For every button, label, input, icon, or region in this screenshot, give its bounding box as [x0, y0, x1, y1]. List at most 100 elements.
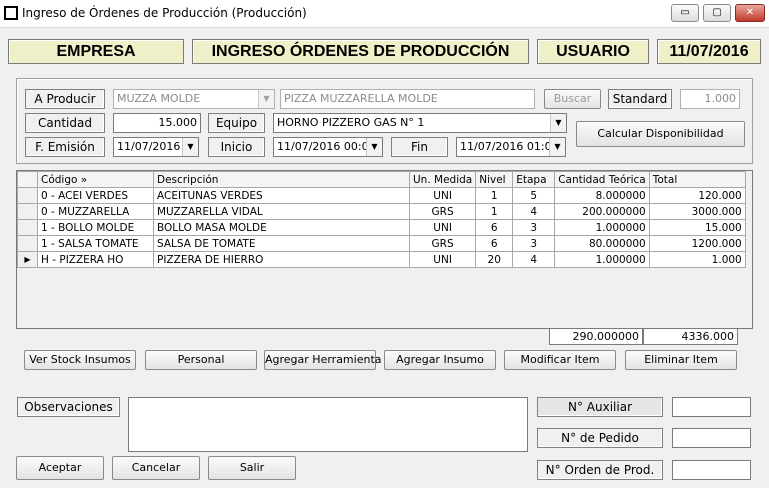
cell-cantidad-teorica[interactable]: 80.000000 [554, 235, 650, 252]
agregar-herramienta-button[interactable]: Agregar Herramienta [264, 350, 382, 370]
row-selector[interactable] [17, 235, 38, 252]
f-emision-date-picker[interactable]: 11/07/2016 ▼ [113, 137, 199, 157]
cell-nivel[interactable]: 1 [475, 187, 514, 204]
current-row-indicator-icon[interactable]: ▶ [17, 251, 38, 268]
n-pedido-field[interactable] [672, 428, 751, 448]
inicio-datetime-picker[interactable]: 11/07/2016 00:00 ▼ [273, 137, 383, 157]
cell-un-medida[interactable]: UNI [408, 251, 477, 268]
cell-total[interactable]: 1.000 [648, 251, 746, 268]
cell-total[interactable]: 15.000 [648, 219, 746, 236]
cell-total[interactable]: 3000.000 [648, 203, 746, 220]
table-row[interactable]: 0 - ACEI VERDES ACEITUNAS VERDES UNI 1 5… [17, 187, 746, 204]
cell-cantidad-teorica[interactable]: 8.000000 [554, 187, 650, 204]
fin-datetime-picker[interactable]: 11/07/2016 01:00 ▼ [456, 137, 566, 157]
f-emision-value: 11/07/2016 [117, 140, 181, 153]
cell-codigo[interactable]: 0 - ACEI VERDES [37, 187, 154, 204]
product-description-field[interactable]: PIZZA MUZZARELLA MOLDE [280, 89, 535, 109]
a-producir-select[interactable]: MUZZA MOLDE ▼ [113, 89, 275, 109]
items-grid[interactable]: Código » Descripción Un. Medida Nivel Et… [16, 170, 753, 329]
cell-un-medida[interactable]: UNI [408, 187, 477, 204]
cell-un-medida[interactable]: UNI [408, 219, 477, 236]
n-pedido-label: N° de Pedido [537, 428, 663, 448]
ver-stock-insumos-button[interactable]: Ver Stock Insumos [24, 350, 136, 370]
cell-etapa[interactable]: 4 [512, 251, 556, 268]
cell-cantidad-teorica[interactable]: 1.000000 [554, 251, 650, 268]
observaciones-textarea[interactable] [128, 397, 528, 452]
cell-nivel[interactable]: 6 [475, 235, 514, 252]
n-orden-label: N° Orden de Prod. [537, 460, 663, 480]
cell-cantidad-teorica[interactable]: 200.000000 [554, 203, 650, 220]
cancelar-button[interactable]: Cancelar [112, 456, 200, 480]
column-header-descripcion[interactable]: Descripción [153, 171, 410, 188]
cantidad-label: Cantidad [25, 113, 105, 133]
cell-codigo[interactable]: 1 - BOLLO MOLDE [37, 219, 154, 236]
f-emision-label: F. Emisión [25, 137, 105, 157]
cell-codigo[interactable]: 0 - MUZZARELLA [37, 203, 154, 220]
items-table: Código » Descripción Un. Medida Nivel Et… [17, 171, 746, 268]
cell-descripcion[interactable]: PIZZERA DE HIERRO [153, 251, 410, 268]
row-selector[interactable] [17, 187, 38, 204]
standard-field[interactable]: 1.000 [680, 89, 740, 109]
modificar-item-button[interactable]: Modificar Item [504, 350, 616, 370]
column-header-nivel[interactable]: Nivel [475, 171, 514, 188]
chevron-down-icon: ▼ [182, 138, 198, 156]
cell-un-medida[interactable]: GRS [408, 203, 477, 220]
column-header-codigo[interactable]: Código » [37, 171, 154, 188]
table-row[interactable]: 1 - BOLLO MOLDE BOLLO MASA MOLDE UNI 6 3… [17, 219, 746, 236]
app-icon [4, 6, 18, 20]
cell-codigo[interactable]: 1 - SALSA TOMATE [37, 235, 154, 252]
cell-codigo[interactable]: H - PIZZERA HO [37, 251, 154, 268]
column-header-total[interactable]: Total [648, 171, 746, 188]
chevron-down-icon: ▼ [366, 138, 382, 156]
cell-etapa[interactable]: 4 [512, 203, 556, 220]
row-selector[interactable] [17, 219, 38, 236]
standard-label: Standard [608, 89, 672, 109]
cell-descripcion[interactable]: SALSA DE TOMATE [153, 235, 410, 252]
equipo-select[interactable]: HORNO PIZZERO GAS N° 1 ▼ [273, 113, 567, 133]
n-orden-field[interactable] [672, 460, 751, 480]
table-row[interactable]: 0 - MUZZARELLA MUZZARELLA VIDAL GRS 1 4 … [17, 203, 746, 220]
column-header-cantidad-teorica[interactable]: Cantidad Teórica [554, 171, 650, 188]
cell-un-medida[interactable]: GRS [408, 235, 477, 252]
aceptar-button[interactable]: Aceptar [16, 456, 104, 480]
buscar-button[interactable]: Buscar [544, 89, 601, 109]
column-header-un-medida[interactable]: Un. Medida [408, 171, 477, 188]
table-row[interactable]: ▶ H - PIZZERA HO PIZZERA DE HIERRO UNI 2… [17, 251, 746, 268]
salir-button[interactable]: Salir [208, 456, 296, 480]
table-row[interactable]: 1 - SALSA TOMATE SALSA DE TOMATE GRS 6 3… [17, 235, 746, 252]
close-button[interactable]: ✕ [735, 4, 765, 22]
cell-descripcion[interactable]: BOLLO MASA MOLDE [153, 219, 410, 236]
date-header: 11/07/2016 [657, 39, 761, 64]
a-producir-label: A Producir [25, 89, 105, 109]
calcular-disponibilidad-button[interactable]: Calcular Disponibilidad [576, 121, 745, 147]
eliminar-item-button[interactable]: Eliminar Item [625, 350, 737, 370]
agregar-insumo-button[interactable]: Agregar Insumo [384, 350, 496, 370]
n-auxiliar-field[interactable] [672, 397, 751, 417]
cell-etapa[interactable]: 3 [512, 235, 556, 252]
cell-etapa[interactable]: 5 [512, 187, 556, 204]
fin-value: 11/07/2016 01:00 [460, 140, 559, 153]
page-title: INGRESO ÓRDENES DE PRODUCCIÓN [192, 39, 529, 64]
cell-descripcion[interactable]: ACEITUNAS VERDES [153, 187, 410, 204]
minimize-button[interactable]: ▭ [671, 4, 699, 22]
n-auxiliar-label: N° Auxiliar [537, 397, 663, 417]
equipo-label: Equipo [208, 113, 265, 133]
cell-etapa[interactable]: 3 [512, 219, 556, 236]
column-header-etapa[interactable]: Etapa [512, 171, 556, 188]
row-selector[interactable] [17, 203, 38, 220]
personal-button[interactable]: Personal [145, 350, 257, 370]
cell-total[interactable]: 1200.000 [648, 235, 746, 252]
equipo-value: HORNO PIZZERO GAS N° 1 [277, 116, 425, 129]
cell-total[interactable]: 120.000 [648, 187, 746, 204]
usuario-header: USUARIO [537, 39, 649, 64]
cell-descripcion[interactable]: MUZZARELLA VIDAL [153, 203, 410, 220]
chevron-down-icon: ▼ [258, 90, 274, 108]
window-titlebar: Ingreso de Órdenes de Producción (Produc… [0, 0, 769, 28]
cell-nivel[interactable]: 1 [475, 203, 514, 220]
maximize-button[interactable]: ▢ [703, 4, 731, 22]
chevron-down-icon: ▼ [550, 114, 566, 132]
cantidad-field[interactable]: 15.000 [113, 113, 201, 133]
cell-nivel[interactable]: 6 [475, 219, 514, 236]
cell-cantidad-teorica[interactable]: 1.000000 [554, 219, 650, 236]
cell-nivel[interactable]: 20 [475, 251, 514, 268]
